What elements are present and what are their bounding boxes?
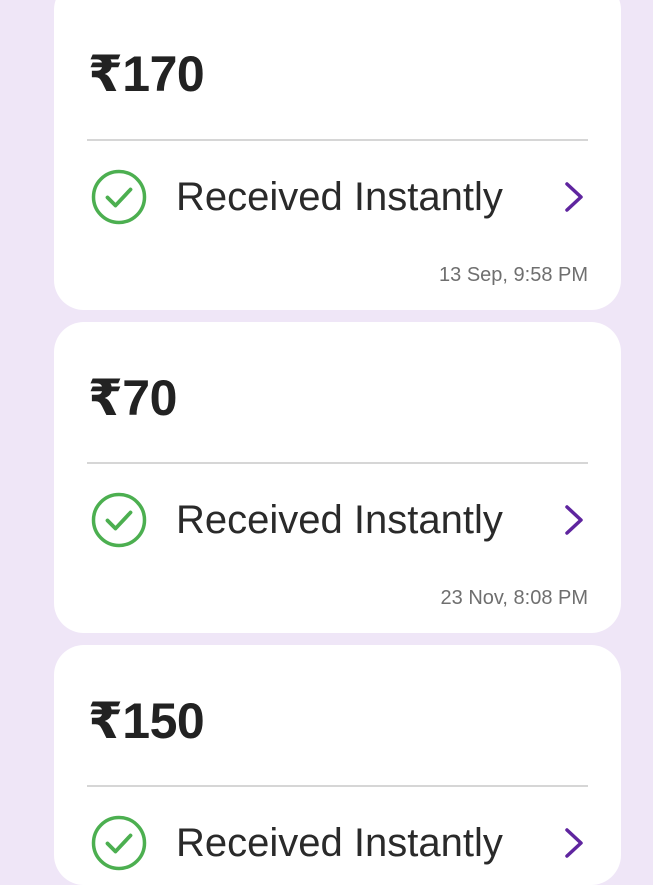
transaction-amount: ₹170 [88,46,205,102]
check-circle-icon [91,815,147,871]
card-divider [87,462,588,464]
chevron-right-icon[interactable] [562,825,586,861]
card-divider [87,139,588,141]
transaction-timestamp: 13 Sep, 9:58 PM [439,264,588,286]
transaction-card[interactable]: ₹150 Received Instantly [54,645,621,885]
transaction-status-row[interactable]: Received Instantly [91,168,586,226]
transaction-status-label: Received Instantly [176,498,503,542]
chevron-right-icon[interactable] [562,179,586,215]
transaction-card[interactable]: ₹170 Received Instantly 13 Sep, 9:58 PM [54,0,621,310]
transaction-card[interactable]: ₹70 Received Instantly 23 Nov, 8:08 PM [54,322,621,633]
card-divider [87,785,588,787]
transaction-status-row[interactable]: Received Instantly [91,491,586,549]
transaction-status-label: Received Instantly [176,175,503,219]
chevron-right-icon[interactable] [562,502,586,538]
check-circle-icon [91,492,147,548]
transaction-timestamp: 23 Nov, 8:08 PM [440,587,588,609]
check-circle-icon [91,169,147,225]
transaction-status-row[interactable]: Received Instantly [91,814,586,872]
transaction-amount: ₹150 [88,693,205,749]
transaction-amount: ₹70 [88,370,177,426]
transaction-status-label: Received Instantly [176,821,503,865]
